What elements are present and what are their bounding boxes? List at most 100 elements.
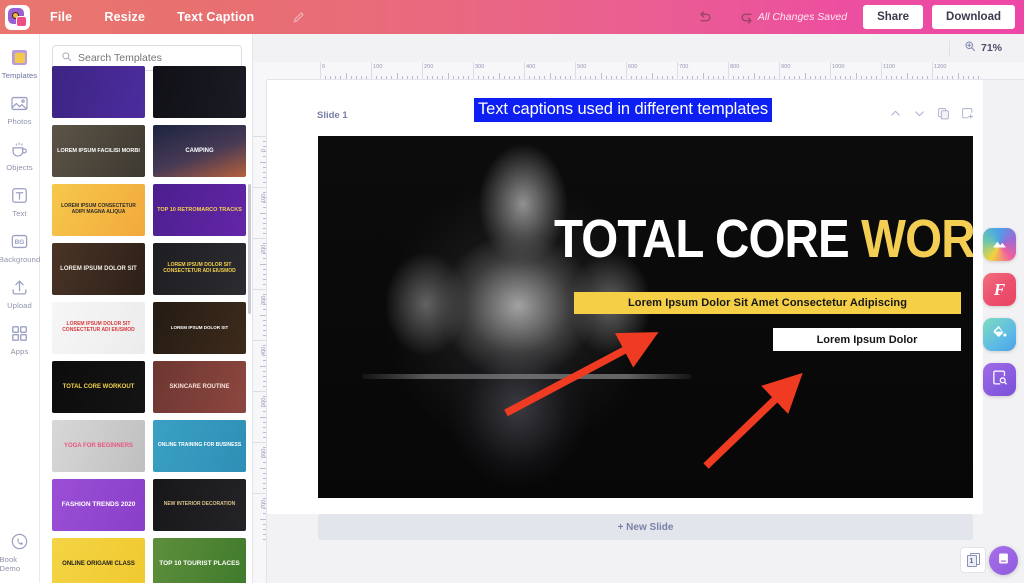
ruler-minor-tick: [262, 181, 266, 183]
template-card[interactable]: Top 10 Retromarco Tracks: [153, 184, 246, 236]
ruler-tick: [422, 62, 423, 79]
undo-icon[interactable]: [694, 8, 713, 27]
ruler-minor-tick: [262, 477, 266, 479]
template-card[interactable]: [52, 66, 145, 118]
ruler-minor-tick: [262, 538, 266, 540]
page-count-badge[interactable]: 1: [960, 547, 986, 573]
sidebar-label: Text: [12, 209, 27, 218]
template-card[interactable]: Lorem Ipsum Consectetur Adipi Magna Aliq…: [52, 184, 145, 236]
ruler-minor-tick: [325, 75, 327, 79]
sidebar-item-background[interactable]: BG Background: [0, 230, 40, 264]
pencil-icon[interactable]: [292, 10, 306, 24]
app-image-effects[interactable]: [983, 228, 1016, 261]
template-card[interactable]: Yoga For Beginners: [52, 420, 145, 472]
ruler-minor-tick: [391, 75, 393, 79]
sidebar-item-book-demo[interactable]: Book Demo: [0, 530, 40, 573]
ruler-minor-tick: [262, 508, 266, 510]
redo-icon[interactable]: [739, 8, 758, 27]
ruler-minor-tick: [467, 75, 469, 79]
ruler-minor-tick: [799, 75, 801, 79]
menu-resize[interactable]: Resize: [88, 0, 161, 34]
ruler-minor-tick: [262, 334, 266, 336]
app-image-search[interactable]: [983, 363, 1016, 396]
app-logo[interactable]: [0, 0, 34, 34]
template-card[interactable]: Lorem ipsum dolor sit: [153, 302, 246, 354]
sidebar-item-objects[interactable]: Objects: [0, 138, 40, 172]
ruler-minor-tick: [641, 75, 643, 79]
sidebar-item-upload[interactable]: Upload: [0, 276, 40, 310]
template-card[interactable]: Online Training For Business: [153, 420, 246, 472]
templates-panel: Lorem Ipsum Facilisi Morbi Camping Lorem I…: [40, 34, 253, 583]
templates-scrollbar[interactable]: [248, 184, 251, 314]
template-card[interactable]: Online Origami Class: [52, 538, 145, 583]
template-card[interactable]: Lorem Ipsum Dolor Sit: [52, 243, 145, 295]
background-photo: [318, 136, 973, 498]
move-slide-down-button[interactable]: [913, 107, 926, 120]
template-card-title: Fashion Trends 2020: [61, 501, 136, 509]
ruler-minor-tick: [962, 75, 964, 79]
ruler-minor-tick: [262, 457, 266, 459]
ruler-minor-tick: [610, 75, 612, 79]
slide-headline[interactable]: TOTAL CORE WORKOUT: [554, 212, 973, 266]
ruler-minor-tick: [794, 75, 796, 79]
ruler-minor-tick: [809, 75, 811, 79]
new-slide-button[interactable]: + New Slide: [318, 514, 973, 540]
sidebar-item-templates[interactable]: Templates: [0, 46, 40, 80]
sidebar-label: Book Demo: [0, 555, 21, 573]
templates-icon: [10, 46, 29, 68]
template-card[interactable]: [153, 66, 246, 118]
pages-icon: 1: [966, 553, 980, 567]
ruler-tick: [779, 62, 780, 79]
add-slide-button[interactable]: [961, 107, 974, 120]
ruler-corner: [253, 62, 267, 80]
ruler-minor-tick: [386, 75, 388, 79]
ruler-minor-tick: [345, 73, 347, 79]
template-card[interactable]: Top 10 Tourist Places: [153, 538, 246, 583]
search-templates-input[interactable]: [78, 52, 233, 64]
menu-text-caption[interactable]: Text Caption: [161, 0, 270, 34]
ruler-minor-tick: [595, 75, 597, 79]
sidebar-label: Objects: [6, 163, 33, 172]
sidebar-item-apps[interactable]: Apps: [0, 322, 40, 356]
template-card[interactable]: Lorem Ipsum Facilisi Morbi: [52, 125, 145, 177]
help-button[interactable]: [989, 546, 1018, 575]
ruler-minor-tick: [957, 73, 959, 79]
ruler-minor-tick: [789, 75, 791, 79]
menu-file[interactable]: File: [34, 0, 88, 34]
ruler-minor-tick: [262, 503, 266, 505]
template-card[interactable]: Lorem Ipsum Dolor Sit Consectetur Adi Ei…: [52, 302, 145, 354]
template-card[interactable]: Camping: [153, 125, 246, 177]
ruler-minor-tick: [262, 283, 266, 285]
zoom-in-icon[interactable]: [964, 39, 976, 57]
ruler-minor-tick: [381, 75, 383, 79]
ruler-tick: [575, 62, 576, 79]
annotation-highlight: Text captions used in different template…: [474, 98, 773, 122]
sidebar-item-photos[interactable]: Photos: [0, 92, 40, 126]
slide-canvas[interactable]: TOTAL CORE WORKOUT Lorem Ipsum Dolor Sit…: [318, 136, 973, 498]
ruler-minor-tick: [427, 75, 429, 79]
sidebar-item-text[interactable]: Text: [0, 184, 40, 218]
duplicate-slide-button[interactable]: [937, 107, 950, 120]
ruler-tick-label: 1200: [934, 64, 947, 70]
ruler-minor-tick: [350, 75, 352, 79]
caption-white[interactable]: Lorem Ipsum Dolor: [773, 328, 961, 351]
ruler-minor-tick: [697, 75, 699, 79]
ruler-minor-tick: [942, 75, 944, 79]
template-card[interactable]: New Interior Decoration: [153, 479, 246, 531]
share-button[interactable]: Share: [863, 5, 924, 29]
ruler-minor-tick: [554, 75, 556, 79]
template-card[interactable]: Lorem Ipsum Dolor Sit Consectetur Adi Ei…: [153, 243, 246, 295]
app-fonts[interactable]: F: [983, 273, 1016, 306]
download-button[interactable]: Download: [932, 5, 1015, 29]
ruler-minor-tick: [549, 73, 551, 79]
sidebar-label: Upload: [7, 301, 32, 310]
ruler-minor-tick: [513, 75, 515, 79]
app-color-fill[interactable]: [983, 318, 1016, 351]
template-card[interactable]: Fashion Trends 2020: [52, 479, 145, 531]
ruler-minor-tick: [564, 75, 566, 79]
move-slide-up-button[interactable]: [889, 107, 902, 120]
ruler-minor-tick: [262, 360, 266, 362]
caption-yellow[interactable]: Lorem Ipsum Dolor Sit Amet Consectetur A…: [574, 292, 961, 314]
template-card[interactable]: Skincare Routine: [153, 361, 246, 413]
template-card[interactable]: Total Core Workout: [52, 361, 145, 413]
